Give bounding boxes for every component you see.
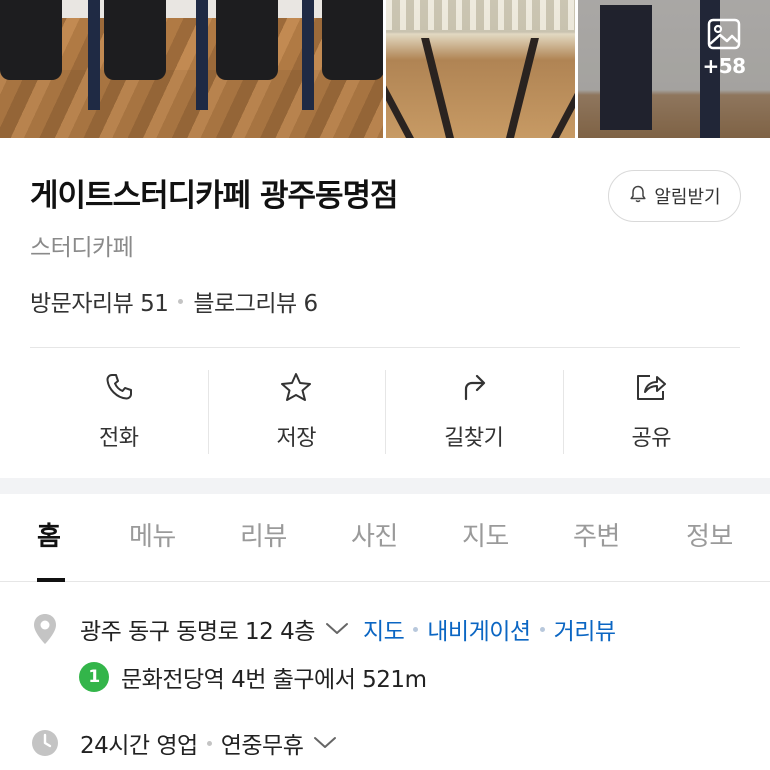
share-label: 공유: [631, 426, 672, 451]
alarm-button[interactable]: 알림받기: [608, 170, 741, 222]
chevron-down-icon[interactable]: [325, 622, 349, 636]
tab-info[interactable]: 정보: [686, 516, 733, 553]
place-category: 스터디카페: [30, 235, 134, 261]
separator-dot: [178, 298, 184, 304]
tab-home[interactable]: 홈: [37, 516, 61, 553]
address-row: 광주 동구 동명로 12 4층 지도 내비게이션 거리뷰: [30, 612, 616, 646]
tab-reviews[interactable]: 리뷰: [240, 516, 287, 553]
hours-text: 24시간 영업: [80, 733, 198, 759]
map-link[interactable]: 지도: [363, 612, 405, 646]
active-tab-indicator: [37, 578, 65, 582]
directions-button[interactable]: 길찾기: [385, 348, 563, 476]
phone-icon: [104, 372, 134, 406]
hours-row: 24시간 영업 연중무휴: [30, 726, 337, 760]
separator-dot: [206, 740, 212, 746]
visitor-reviews-link[interactable]: 방문자리뷰 51: [30, 284, 169, 318]
navigation-link[interactable]: 내비게이션: [427, 612, 531, 646]
clock-icon: [30, 729, 60, 757]
more-photos-count: +58: [702, 54, 746, 78]
photo-strip: +58: [0, 0, 770, 138]
image-icon: [707, 18, 741, 50]
directions-icon: [459, 372, 489, 406]
blog-reviews-link[interactable]: 블로그리뷰 6: [193, 284, 318, 318]
tab-photos[interactable]: 사진: [351, 516, 398, 553]
chevron-down-icon[interactable]: [313, 736, 337, 750]
tab-menu[interactable]: 메뉴: [129, 516, 176, 553]
separator-dot: [413, 626, 419, 632]
location-pin-icon: [30, 613, 60, 645]
bell-icon: [628, 184, 648, 209]
tab-map[interactable]: 지도: [462, 516, 509, 553]
review-summary: 방문자리뷰 51 블로그리뷰 6: [30, 284, 318, 318]
photo-1[interactable]: [0, 0, 383, 138]
place-name: 게이트스터디카페 광주동명점: [30, 178, 399, 214]
tab-nearby[interactable]: 주변: [573, 516, 620, 553]
holiday-text: 연중무휴: [220, 733, 304, 759]
call-button[interactable]: 전화: [30, 348, 208, 476]
save-label: 저장: [276, 426, 317, 451]
address-text[interactable]: 광주 동구 동명로 12 4층: [80, 612, 315, 646]
star-icon: [280, 372, 312, 406]
photo-2[interactable]: [385, 0, 575, 138]
action-bar: 전화 저장 길찾기 공유: [30, 348, 740, 476]
separator-dot: [539, 626, 545, 632]
alarm-label: 알림받기: [654, 187, 721, 208]
share-icon: [634, 372, 668, 406]
tab-bar: 홈 메뉴 리뷰 사진 지도 주변 정보: [0, 494, 770, 582]
section-gap: [0, 478, 770, 494]
save-button[interactable]: 저장: [207, 348, 386, 476]
street-view-link[interactable]: 거리뷰: [554, 612, 616, 646]
more-photos-button[interactable]: +58: [692, 14, 756, 78]
subway-row: 1 문화전당역 4번 출구에서 521m: [79, 660, 427, 694]
share-button[interactable]: 공유: [562, 348, 741, 476]
call-label: 전화: [99, 426, 139, 451]
subway-text: 문화전당역 4번 출구에서 521m: [121, 667, 427, 693]
subway-line-badge: 1: [79, 662, 109, 692]
directions-label: 길찾기: [444, 426, 504, 451]
